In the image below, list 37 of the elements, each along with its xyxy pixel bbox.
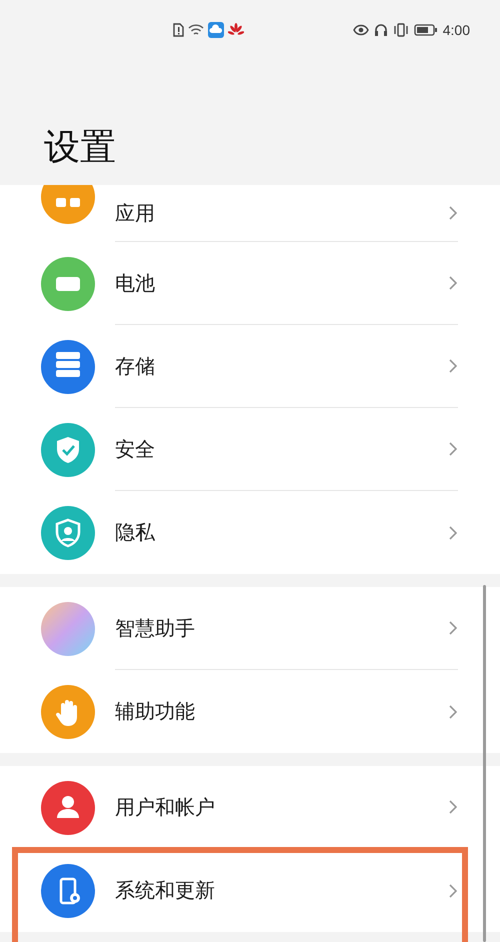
chevron-icon [448, 275, 458, 291]
chevron-icon [448, 882, 458, 898]
chevron-icon [448, 620, 458, 636]
status-time: 4:00 [442, 22, 470, 38]
cloud-icon [208, 22, 224, 38]
chevron-icon [448, 205, 458, 221]
row-label: 用户和帐户 [115, 794, 216, 820]
settings-row[interactable]: 应用 [0, 185, 500, 242]
row-label: 电池 [115, 270, 156, 296]
eye-icon [352, 24, 369, 36]
wifi-icon [188, 23, 204, 37]
settings-row[interactable]: 存储 [0, 325, 500, 408]
row-label: 辅助功能 [115, 698, 196, 725]
chevron-icon [448, 358, 458, 374]
headphones-icon [374, 23, 388, 37]
row-label: 应用 [115, 200, 156, 226]
battery-icon [414, 24, 438, 36]
chevron-icon [448, 441, 458, 457]
chevron-icon [448, 799, 458, 815]
row-label: 存储 [115, 352, 156, 380]
settings-row[interactable]: 系统和更新 [0, 849, 500, 932]
settings-row[interactable]: 电池 [0, 242, 500, 325]
settings-row[interactable]: 用户和帐户 [0, 766, 500, 849]
petal-logo-icon [228, 23, 244, 37]
row-label: 智慧助手 [115, 614, 196, 642]
settings-row[interactable]: 隐私 [0, 491, 500, 574]
row-label: 安全 [115, 436, 156, 462]
settings-row[interactable]: 智慧助手 [0, 587, 500, 670]
vibrate-icon [392, 23, 409, 37]
page-title: 设置 [43, 126, 117, 170]
row-label: 隐私 [115, 519, 156, 546]
chevron-icon [448, 524, 458, 540]
settings-row[interactable]: 安全 [0, 408, 500, 491]
sim-alert-icon [173, 23, 184, 37]
chevron-icon [448, 704, 458, 720]
settings-row[interactable]: 辅助功能 [0, 670, 500, 753]
row-label: 系统和更新 [115, 877, 216, 904]
